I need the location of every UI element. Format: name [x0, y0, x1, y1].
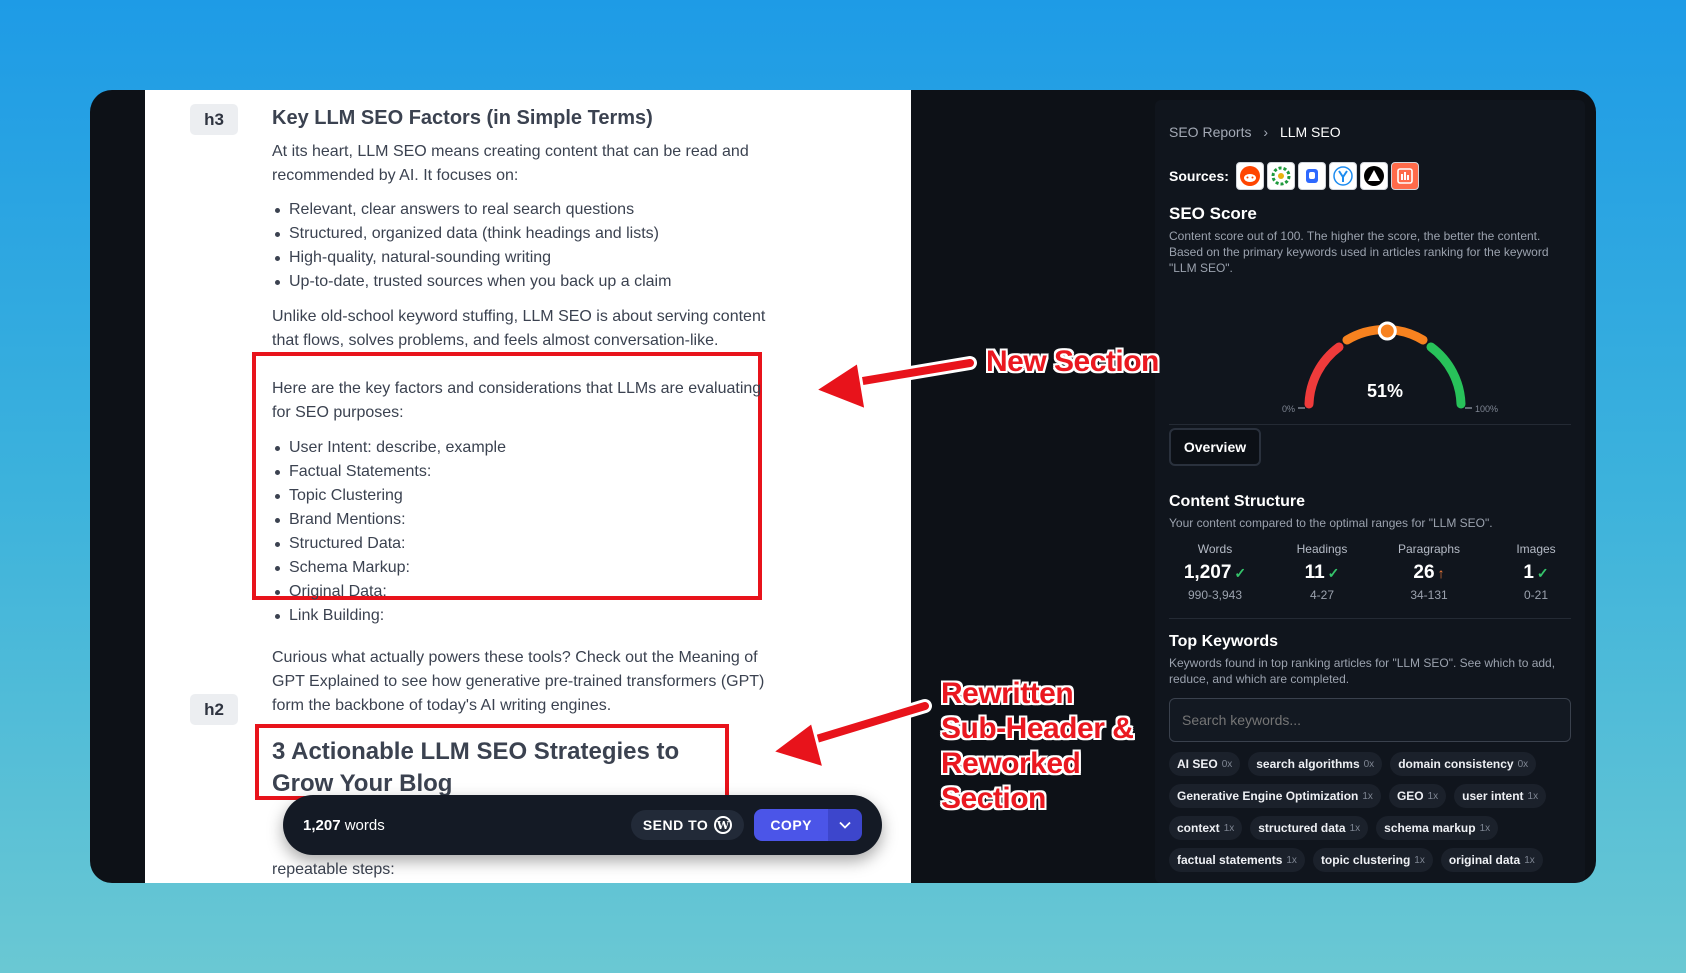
- annotation-line: Section: [941, 782, 1046, 815]
- annotation-arrows: [770, 356, 977, 770]
- arrowhead-rewritten: [770, 720, 826, 770]
- annotation-line: Rewritten: [941, 677, 1074, 710]
- arrowhead-new-section: [813, 360, 868, 412]
- arrow-new-section: [841, 359, 974, 388]
- arrow-rewritten: [796, 702, 929, 748]
- annotation-line: Sub-Header &: [941, 712, 1134, 745]
- annotation-new-section: New Section: [986, 345, 1159, 378]
- annotation-rewritten: Rewritten Sub-Header & Reworked Section: [941, 676, 1134, 816]
- annotation-line: Reworked: [941, 747, 1081, 780]
